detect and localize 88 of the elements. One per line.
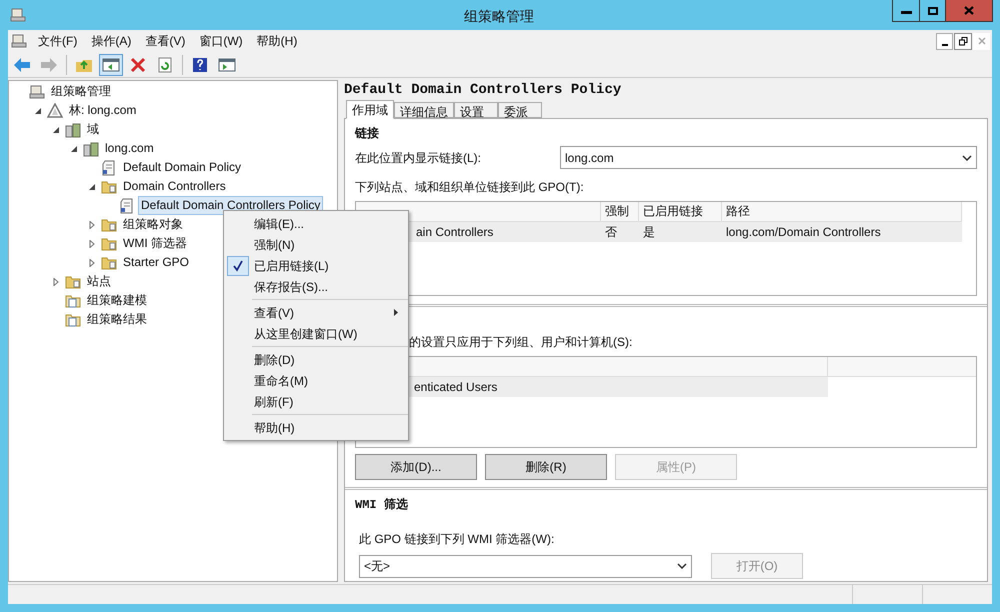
triangle-icon	[47, 102, 63, 118]
back-arrow-icon	[13, 56, 31, 72]
column-header[interactable]: 已启用链接	[639, 202, 722, 221]
help-icon	[192, 56, 208, 72]
menu-item[interactable]: 查看(V)	[224, 302, 408, 323]
expand-icon[interactable]	[52, 278, 60, 286]
tree-item[interactable]: Domain Controllers	[120, 177, 229, 196]
field-label: 下列站点、域和组织单位链接到此 GPO(T):	[355, 179, 585, 196]
policy-icon	[101, 160, 117, 176]
menu-item[interactable]: 帮助(H)	[224, 417, 408, 438]
details-title: Default Domain Controllers Policy	[343, 81, 622, 100]
restore-icon	[958, 36, 968, 46]
tree-item[interactable]: 组策略结果	[84, 310, 150, 329]
wmi-filter-dropdown[interactable]: <无>	[359, 554, 692, 578]
location-dropdown[interactable]: long.com	[560, 146, 977, 169]
forward-arrow-icon	[40, 56, 58, 72]
menu-item[interactable]: 文件(F)	[31, 32, 84, 50]
report-icon	[65, 292, 81, 308]
menu-item[interactable]: 从这里创建窗口(W)	[224, 323, 408, 344]
tree-item[interactable]: long.com	[102, 139, 157, 158]
tree-item[interactable]: 组策略建模	[84, 291, 150, 310]
tab[interactable]: 委派	[498, 102, 542, 118]
close-button[interactable]	[946, 0, 992, 21]
field-label: 在此位置内显示链接(L):	[355, 150, 482, 166]
tree-item[interactable]: 组策略管理	[48, 82, 114, 101]
menu-item[interactable]: 保存报告(S)...	[224, 276, 408, 297]
tree-item[interactable]: 站点	[84, 272, 114, 291]
folder-icon	[101, 254, 117, 270]
window-title: 组策略管理	[464, 7, 534, 26]
console-icon	[29, 84, 45, 100]
tree-item[interactable]: Starter GPO	[120, 253, 192, 272]
report-icon	[65, 312, 81, 328]
menu-item[interactable]: 窗口(W)	[192, 32, 250, 50]
toolbar-button[interactable]	[99, 54, 123, 76]
action-button[interactable]: 添加(D)...	[355, 454, 477, 480]
submenu-arrow-icon	[394, 309, 398, 316]
collapse-icon[interactable]	[70, 144, 78, 152]
table-cell-text: ain Controllers	[415, 224, 494, 241]
table-cell-text: long.com/Domain Controllers	[725, 224, 882, 241]
server-icon	[65, 122, 81, 138]
close-icon	[964, 6, 974, 15]
menu-item[interactable]: 删除(D)	[224, 349, 408, 370]
chevron-down-icon	[677, 563, 687, 569]
tree-item[interactable]: 域	[84, 120, 102, 139]
table-cell-text: 否	[604, 224, 618, 241]
menu-item[interactable]: 帮助(H)	[250, 32, 304, 50]
tree-item[interactable]: Default Domain Policy	[120, 158, 244, 177]
tab[interactable]: 详细信息	[394, 102, 454, 118]
app-icon	[10, 7, 26, 23]
minimize-button[interactable]	[936, 32, 953, 50]
tree-item[interactable]: 组策略对象	[120, 215, 186, 234]
tree-item[interactable]: 林: long.com	[66, 101, 140, 120]
console-icon	[11, 33, 27, 49]
collapse-icon[interactable]	[34, 106, 42, 114]
action-button[interactable]: 删除(R)	[485, 454, 607, 480]
tree-item[interactable]: WMI 筛选器	[120, 234, 190, 253]
section-heading: 链接	[355, 125, 380, 142]
server-icon	[83, 140, 99, 156]
folder-icon	[101, 178, 117, 194]
column-header[interactable]: 路径	[722, 202, 962, 221]
folder-icon	[101, 216, 117, 232]
console-tree-icon	[102, 56, 120, 72]
table-cell-text: enticated Users	[413, 379, 498, 396]
menu-item[interactable]: 操作(A)	[84, 32, 138, 50]
restore-button[interactable]	[954, 32, 972, 50]
tab[interactable]: 设置	[454, 102, 498, 118]
collapse-icon[interactable]	[52, 126, 60, 134]
close-icon	[978, 37, 986, 45]
policy-icon	[119, 198, 135, 214]
chevron-down-icon	[962, 154, 972, 160]
field-label: 此 GPO 链接到下列 WMI 筛选器(W):	[358, 531, 556, 548]
refresh-icon	[157, 56, 173, 72]
column-header[interactable]: 强制	[601, 202, 639, 221]
folder-icon	[101, 236, 117, 252]
menu-item[interactable]: 已启用链接(L)	[224, 255, 408, 276]
delete-icon	[129, 56, 147, 72]
menu-item[interactable]: 查看(V)	[138, 32, 192, 50]
expand-icon[interactable]	[88, 258, 96, 266]
collapse-icon[interactable]	[88, 182, 96, 190]
action-pane-icon	[218, 56, 236, 72]
tab[interactable]: 作用域	[346, 100, 394, 119]
field-label: 的设置只应用于下列组、用户和计算机(S):	[408, 334, 634, 351]
table-cell-text: 是	[642, 224, 656, 241]
section-heading: WMI 筛选	[355, 496, 409, 514]
expand-icon[interactable]	[88, 220, 96, 228]
checkmark-icon	[227, 256, 249, 276]
folder-icon	[65, 274, 81, 290]
expand-icon[interactable]	[88, 240, 96, 248]
